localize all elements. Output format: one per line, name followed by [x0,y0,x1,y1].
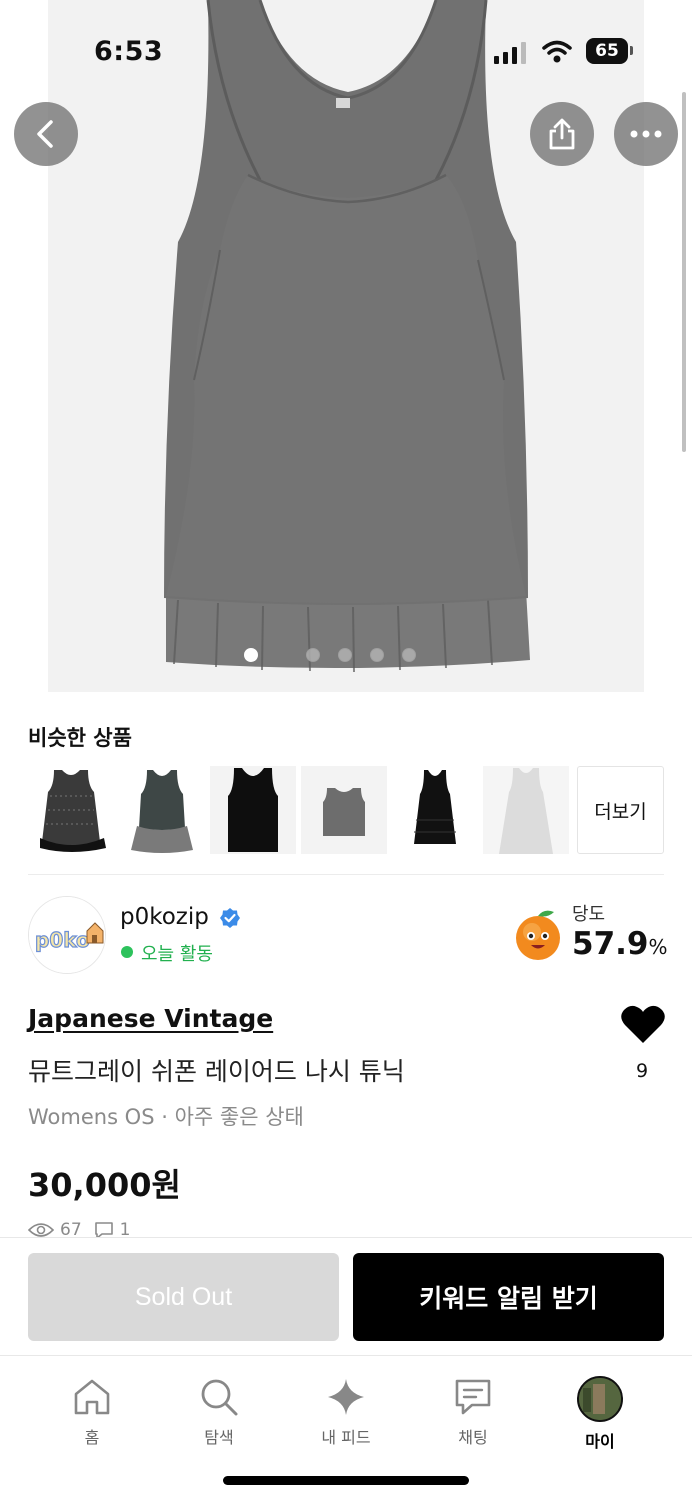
tab-label: 마이 [585,1432,615,1451]
activity-status: 오늘 활동 [141,944,213,965]
see-more-button[interactable]: 더보기 [577,766,664,854]
seller-name[interactable]: p0kozip [120,904,209,930]
tab-label: 탐색 [204,1428,234,1447]
product-price: 30,000원 [28,1166,181,1204]
carousel-dot[interactable] [244,648,258,662]
section-divider [28,874,664,875]
sparkle-icon [328,1379,364,1415]
home-indicator [223,1476,469,1485]
peach-icon [516,910,560,960]
eye-icon [28,1223,54,1237]
battery-tip [630,46,633,55]
product-thumbnail-image [414,770,456,844]
home-icon [74,1379,110,1415]
scroll-indicator [682,92,686,452]
wifi-icon [542,40,572,63]
ellipsis-icon [630,130,662,138]
similar-products-title: 비슷한 상품 [28,726,132,750]
carousel-dot[interactable] [306,648,320,662]
product-title: 뮤트그레이 쉬폰 레이어드 나시 튜닉 [28,1057,405,1086]
status-time: 6:53 [94,36,164,67]
battery-indicator: 65 [586,38,628,64]
chat-icon [455,1379,491,1415]
similar-product-thumbnail[interactable] [483,766,569,854]
brand-link[interactable]: Japanese Vintage [28,1004,273,1033]
product-thumbnail-image [40,770,106,852]
carousel-dot[interactable] [370,648,384,662]
product-thumbnail-image [323,788,365,836]
tab-explore[interactable]: 탐색 [164,1376,274,1456]
sweetness-unit: % [648,935,668,959]
carousel-dot[interactable] [338,648,352,662]
more-options-button[interactable] [614,102,678,166]
like-heart-icon[interactable] [620,1003,666,1045]
seller-avatar[interactable]: p0ko [28,896,106,974]
similar-product-thumbnail[interactable] [392,766,478,854]
seller-logo-image: p0ko [29,897,105,973]
tab-my[interactable]: 마이 [545,1376,655,1456]
similar-product-thumbnail[interactable] [301,766,387,854]
tab-label: 채팅 [458,1428,488,1447]
sweetness-label: 당도 [572,904,606,925]
carousel-dot[interactable] [402,648,416,662]
tab-chat[interactable]: 채팅 [418,1376,528,1456]
product-thumbnail-image [228,768,278,852]
similar-products-list: 더보기 [28,766,664,854]
keyword-alert-button[interactable]: 키워드 알림 받기 [353,1253,664,1341]
product-thumbnail-image [131,770,193,853]
tab-label: 홈 [84,1428,100,1447]
carousel-page-indicator[interactable] [244,648,444,664]
purchase-action-bar: Sold Out 키워드 알림 받기 [0,1237,692,1355]
like-count: 9 [635,1060,649,1082]
share-button[interactable] [530,102,594,166]
sold-out-button: Sold Out [28,1253,339,1341]
similar-product-thumbnail[interactable] [28,766,114,854]
sweetness-value: 57.9 [572,926,649,962]
product-image-carousel[interactable] [0,0,692,692]
status-icons: 65 [494,36,644,68]
tab-my-feed[interactable]: 내 피드 [291,1376,401,1456]
status-bar: 6:53 65 [0,0,692,100]
see-more-label: 더보기 [594,800,647,823]
similar-product-thumbnail[interactable] [210,766,296,854]
activity-status-dot [121,946,133,958]
verified-badge-icon [220,908,240,928]
similar-product-thumbnail[interactable] [119,766,205,854]
chevron-left-icon [37,120,53,148]
product-meta: Womens OS · 아주 좋은 상태 [28,1105,304,1129]
svg-text:p0ko: p0ko [35,928,90,952]
product-thumbnail-image [499,768,553,854]
share-icon [549,118,575,150]
back-button[interactable] [14,102,78,166]
tab-label: 내 피드 [321,1428,371,1447]
tab-home[interactable]: 홈 [37,1376,147,1456]
cellular-signal-icon [494,42,526,64]
search-icon [201,1379,238,1416]
sweetness-score: 57.9% [572,926,668,962]
avatar [577,1376,623,1422]
